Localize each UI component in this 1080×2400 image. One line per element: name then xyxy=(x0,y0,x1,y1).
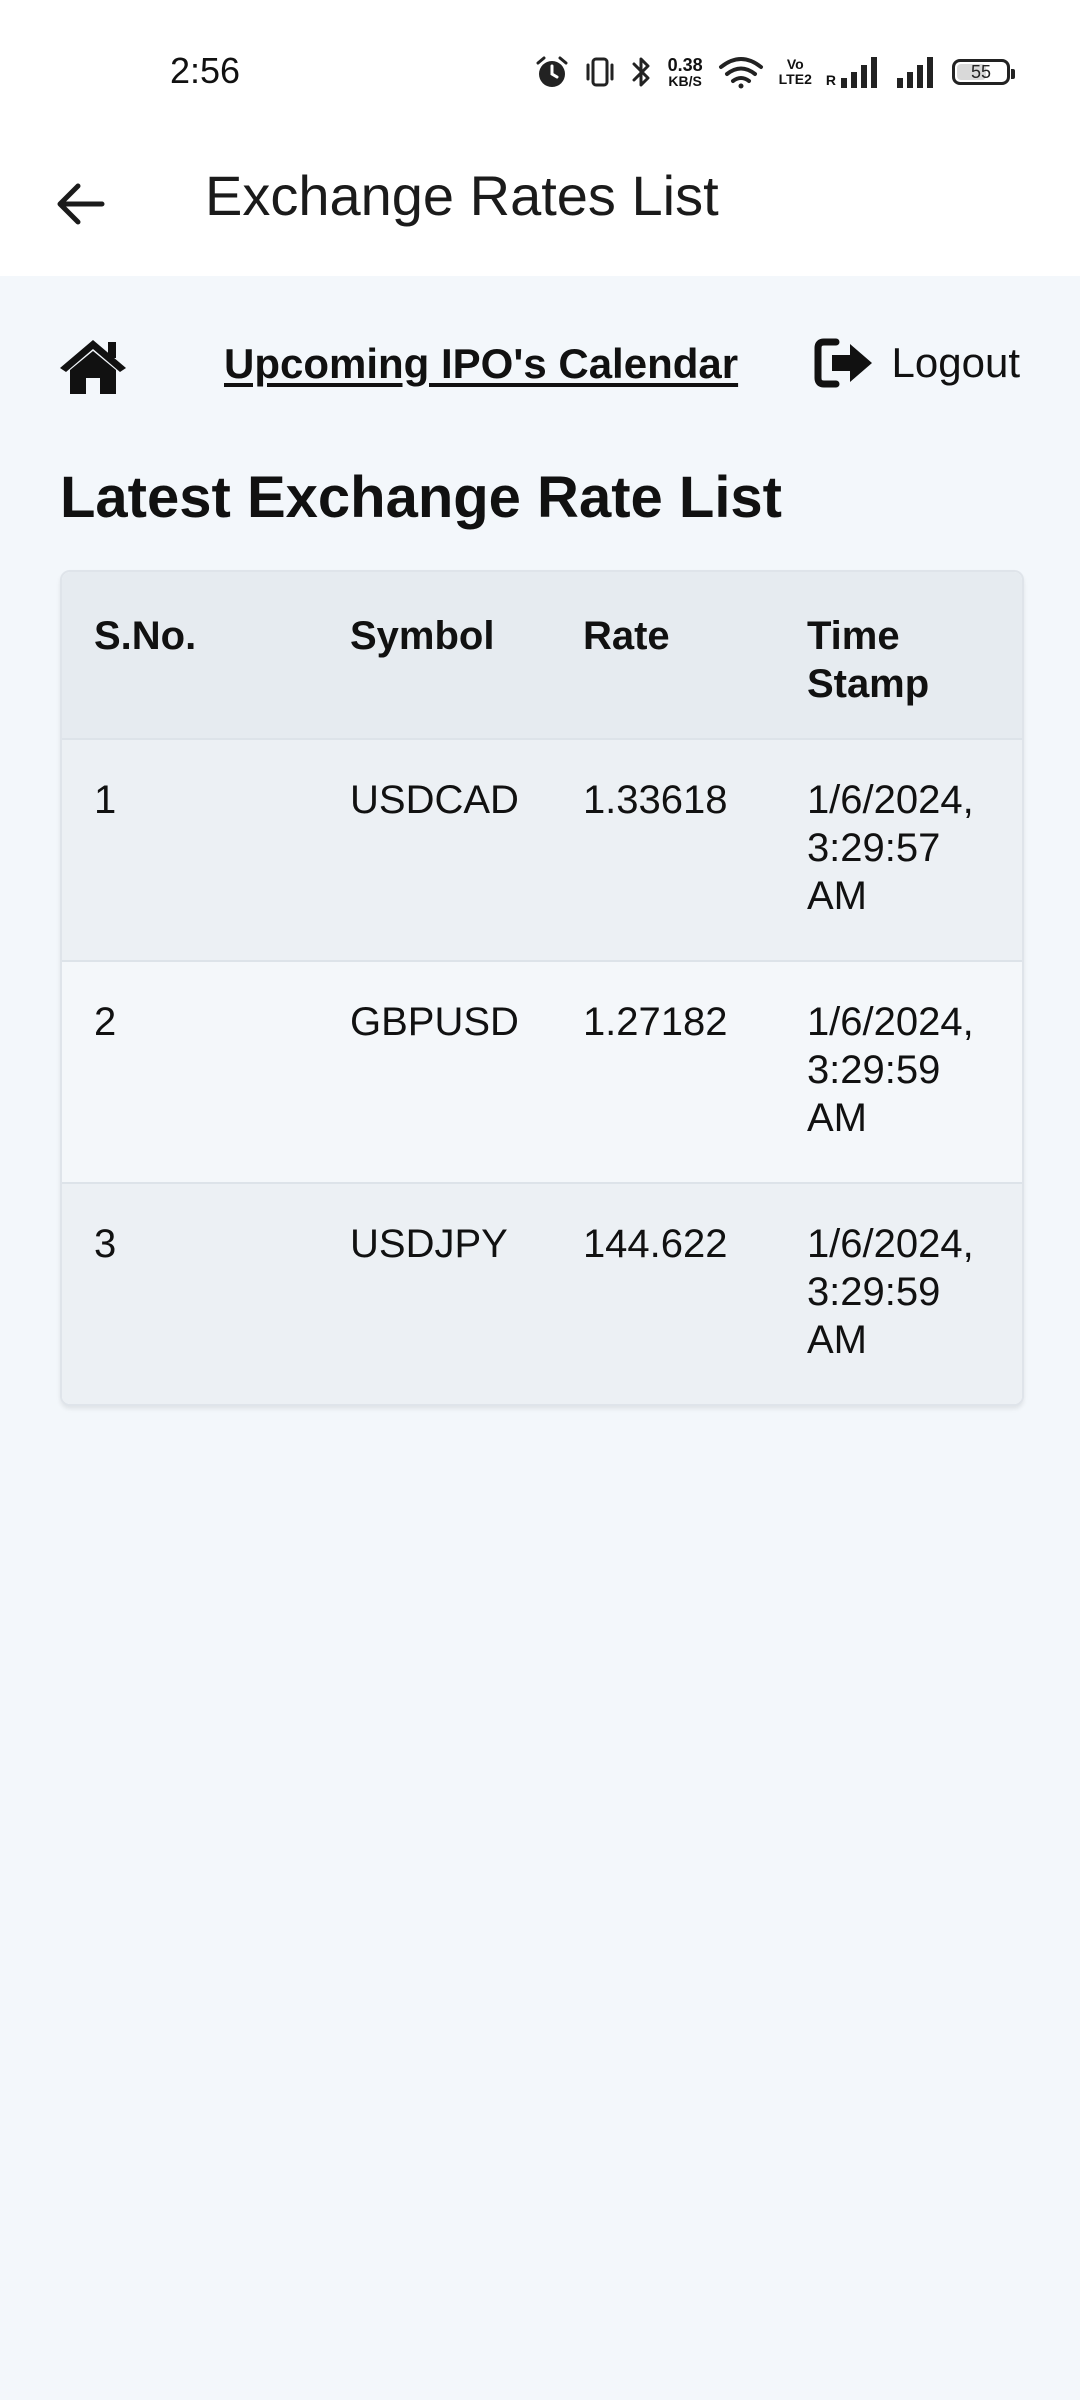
cell-timestamp: 1/6/2024, 3:29:59 AM xyxy=(774,960,1022,1183)
column-header-rate: Rate xyxy=(550,572,775,739)
exchange-rate-table: S.No. Symbol Rate Time Stamp 1 USDCAD 1.… xyxy=(60,570,1024,1406)
column-header-symbol: Symbol xyxy=(318,572,551,739)
cell-symbol: USDJPY xyxy=(318,1182,551,1404)
table-row: 3 USDJPY 144.622 1/6/2024, 3:29:59 AM xyxy=(62,1182,1022,1404)
net-speed: 0.38 KB/S xyxy=(668,56,703,88)
vibrate-icon xyxy=(584,55,616,89)
table-row: 2 GBPUSD 1.27182 1/6/2024, 3:29:59 AM xyxy=(62,960,1022,1183)
rates-table: S.No. Symbol Rate Time Stamp 1 USDCAD 1.… xyxy=(62,572,1022,1404)
section-title: Latest Exchange Rate List xyxy=(60,465,782,530)
nav-row: Upcoming IPO's Calendar Logout xyxy=(0,326,1080,416)
logout-link[interactable]: Logout xyxy=(814,338,1020,388)
back-button[interactable] xyxy=(40,164,120,244)
status-time: 2:56 xyxy=(170,50,241,91)
app-title: Exchange Rates List xyxy=(205,164,719,227)
cell-timestamp: 1/6/2024, 3:29:59 AM xyxy=(774,1182,1022,1404)
table-header-row: S.No. Symbol Rate Time Stamp xyxy=(62,572,1022,739)
ipo-calendar-link[interactable]: Upcoming IPO's Calendar xyxy=(224,340,738,388)
column-header-sno: S.No. xyxy=(62,572,318,739)
volte-indicator: Vo LTE2 xyxy=(779,57,812,87)
battery-icon: 55 xyxy=(952,59,1015,85)
volte-bottom: LTE2 xyxy=(778,71,812,87)
signal-icon xyxy=(896,56,938,88)
app-bar: Exchange Rates List xyxy=(0,140,1080,276)
cell-symbol: GBPUSD xyxy=(318,960,551,1183)
status-icons: 0.38 KB/S Vo LTE2 R 55 xyxy=(534,48,1015,96)
cell-sno: 1 xyxy=(62,738,318,961)
bluetooth-icon xyxy=(630,54,654,90)
cell-timestamp: 1/6/2024, 3:29:57 AM xyxy=(774,738,1022,961)
column-header-timestamp: Time Stamp xyxy=(774,572,1022,739)
alarm-icon xyxy=(534,54,570,90)
roaming-label: R xyxy=(825,72,836,88)
home-link[interactable] xyxy=(58,336,128,400)
cell-sno: 3 xyxy=(62,1182,318,1404)
signal-icon: R xyxy=(826,56,882,88)
logout-label: Logout xyxy=(891,339,1020,386)
table-row: 1 USDCAD 1.33618 1/6/2024, 3:29:57 AM xyxy=(62,738,1022,961)
net-speed-value: 0.38 xyxy=(667,55,703,75)
sign-out-icon xyxy=(814,338,872,388)
cell-rate: 144.622 xyxy=(550,1182,775,1404)
net-speed-unit: KB/S xyxy=(668,73,702,89)
home-icon xyxy=(60,340,126,394)
cell-rate: 1.27182 xyxy=(550,960,775,1183)
cell-symbol: USDCAD xyxy=(318,738,551,961)
battery-level: 55 xyxy=(970,61,992,82)
cell-sno: 2 xyxy=(62,960,318,1183)
status-bar: 2:56 0.38 KB/S Vo LTE2 R 55 xyxy=(0,0,1080,140)
arrow-left-icon xyxy=(57,183,105,225)
wifi-icon xyxy=(717,55,765,89)
volte-top: Vo xyxy=(786,56,804,72)
cell-rate: 1.33618 xyxy=(550,738,775,961)
